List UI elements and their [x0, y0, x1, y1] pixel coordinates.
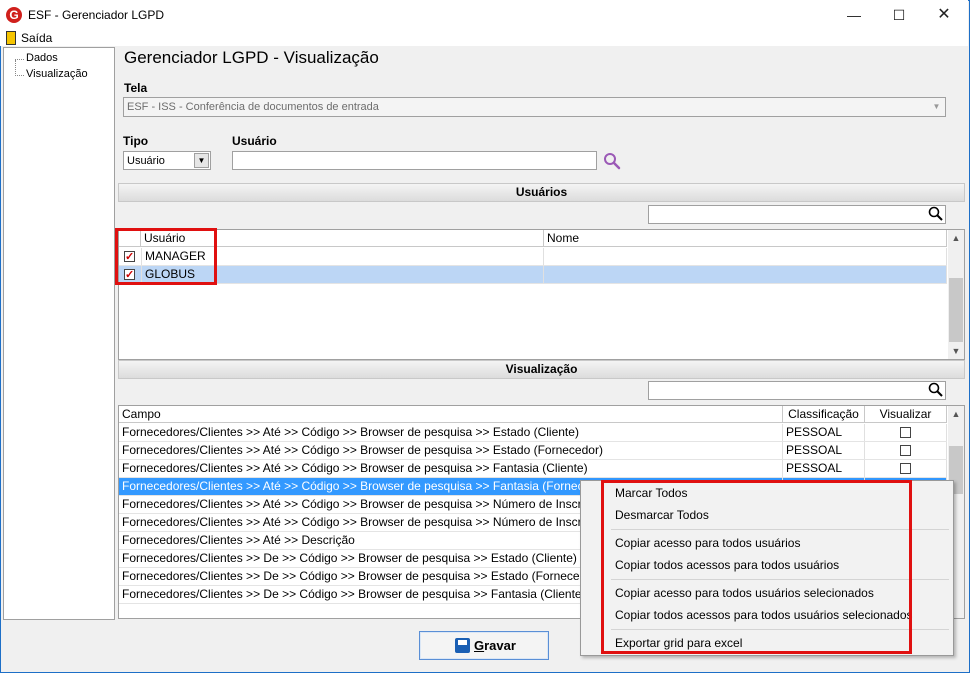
tree-item-dados[interactable]: Dados: [26, 52, 58, 64]
tree-connector: [15, 59, 24, 60]
tipo-select[interactable]: Usuário ▼: [123, 151, 211, 170]
maximize-icon[interactable]: ☐: [876, 0, 922, 30]
usuarios-scrollbar[interactable]: ▲ ▼: [948, 230, 964, 359]
page-title: Gerenciador LGPD - Visualização: [124, 48, 379, 67]
highlight-box: [115, 228, 217, 285]
tela-select[interactable]: ESF - ISS - Conferência de documentos de…: [123, 97, 946, 117]
gravar-label-rest: ravar: [484, 638, 516, 653]
nome-cell: [544, 248, 947, 265]
visualizacao-section-header: Visualização: [118, 360, 965, 379]
window-title: ESF - Gerenciador LGPD: [28, 8, 165, 22]
navigation-tree: Dados Visualização: [3, 47, 115, 620]
campo-cell: Fornecedores/Clientes >> Até >> Código >…: [119, 424, 783, 441]
column-header-visualizar[interactable]: Visualizar: [865, 406, 947, 423]
chevron-down-icon[interactable]: ▼: [928, 98, 945, 116]
chevron-down-icon[interactable]: ▼: [194, 153, 209, 168]
highlight-box: [601, 480, 912, 654]
exit-door-icon: [6, 31, 16, 45]
visualizar-checkbox[interactable]: [900, 463, 911, 474]
app-logo-icon: G: [6, 7, 22, 23]
visualizar-checkbox[interactable]: [900, 427, 911, 438]
scroll-up-icon[interactable]: ▲: [948, 406, 964, 422]
tree-connector: [15, 60, 16, 76]
tela-value: ESF - ISS - Conferência de documentos de…: [127, 101, 379, 113]
usuarios-section-header: Usuários: [118, 183, 965, 202]
minimize-icon[interactable]: —: [831, 0, 877, 30]
table-row[interactable]: Fornecedores/Clientes >> Até >> Código >…: [119, 460, 947, 478]
save-icon: [455, 638, 470, 653]
gravar-mnemonic: G: [474, 638, 485, 653]
tree-connector: [15, 75, 24, 76]
gravar-label: Gravar: [474, 638, 516, 653]
scroll-thumb[interactable]: [949, 278, 963, 342]
column-header-classificacao[interactable]: Classificação: [783, 406, 865, 423]
tipo-value: Usuário: [127, 155, 165, 167]
table-row-selected[interactable]: GLOBUS: [119, 266, 947, 284]
usuario-label: Usuário: [232, 134, 277, 148]
tipo-label: Tipo: [123, 134, 149, 148]
classificacao-cell: PESSOAL: [783, 460, 865, 477]
tree-item-visualizacao[interactable]: Visualização: [26, 68, 88, 80]
gravar-button[interactable]: Gravar: [419, 631, 549, 660]
visualizar-cell: [865, 442, 947, 459]
usuario-input[interactable]: [232, 151, 597, 170]
visualizar-cell: [865, 460, 947, 477]
visualizacao-search-input[interactable]: [648, 381, 946, 400]
column-header-nome[interactable]: Nome: [544, 230, 947, 247]
campo-cell: Fornecedores/Clientes >> Até >> Código >…: [119, 442, 783, 459]
scroll-down-icon[interactable]: ▼: [948, 343, 964, 359]
search-icon[interactable]: [928, 382, 944, 398]
nome-cell: [544, 266, 947, 283]
campo-cell: Fornecedores/Clientes >> Até >> Código >…: [119, 460, 783, 477]
table-row[interactable]: Fornecedores/Clientes >> Até >> Código >…: [119, 424, 947, 442]
menu-item-saida[interactable]: Saída: [21, 31, 52, 45]
menu-bar: [0, 30, 968, 46]
tela-label: Tela: [124, 81, 148, 95]
table-row[interactable]: Fornecedores/Clientes >> Até >> Código >…: [119, 442, 947, 460]
search-icon[interactable]: [603, 152, 621, 170]
usuarios-search-input[interactable]: [648, 205, 946, 224]
visualizar-checkbox[interactable]: [900, 445, 911, 456]
scroll-up-icon[interactable]: ▲: [948, 230, 964, 246]
visualizar-cell: [865, 424, 947, 441]
table-row[interactable]: MANAGER: [119, 248, 947, 266]
close-icon[interactable]: ✕: [921, 0, 967, 30]
column-header-campo[interactable]: Campo: [119, 406, 783, 423]
classificacao-cell: PESSOAL: [783, 424, 865, 441]
search-icon[interactable]: [928, 206, 944, 222]
usuarios-grid: Usuário Nome MANAGER GLOBUS ▲ ▼: [118, 229, 965, 360]
classificacao-cell: PESSOAL: [783, 442, 865, 459]
